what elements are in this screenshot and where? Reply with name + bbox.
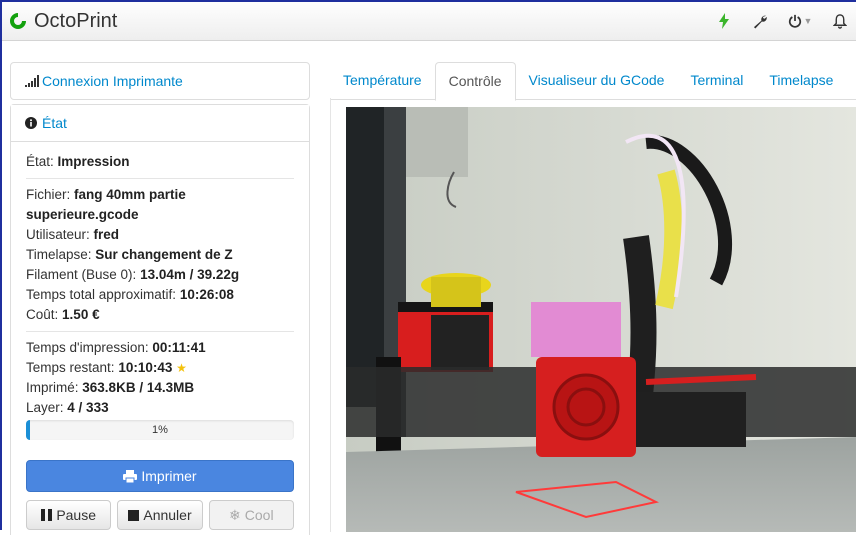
cool-button-label: Cool <box>244 507 274 523</box>
total-time-value: 10:26:08 <box>179 287 234 302</box>
power-menu[interactable]: ▼ <box>778 2 822 40</box>
file-row: Fichier: fang 40mm partie superieure.gco… <box>26 187 186 222</box>
timelapse-value: Sur changement de Z <box>95 247 233 262</box>
user-value: fred <box>93 227 120 242</box>
filament-value: 13.04m / 39.22g <box>140 267 240 282</box>
print-button-label: Imprimer <box>141 468 197 484</box>
remaining-value: 10:10:43 <box>118 360 173 375</box>
signal-icon <box>25 75 39 87</box>
pause-button[interactable]: Pause <box>26 500 112 530</box>
pause-icon <box>41 509 53 521</box>
stop-icon <box>128 509 140 521</box>
printer-icon <box>123 469 138 483</box>
octoprint-logo-icon <box>10 13 26 29</box>
divider <box>26 331 294 332</box>
printed-value: 363.8KB / 14.3MB <box>82 380 195 395</box>
tab-temperature[interactable]: Température <box>330 62 435 99</box>
timelapse-row: Timelapse: Sur changement de Z <box>26 247 233 262</box>
print-time-value: 00:11:41 <box>152 340 206 355</box>
info-icon <box>25 117 37 129</box>
webcam-image <box>346 107 856 532</box>
status-row: État: Impression <box>26 154 130 169</box>
state-panel: État État: Impression Fichier: fang 40mm… <box>10 104 310 535</box>
printed-row: Imprimé: 363.8KB / 14.3MB <box>26 380 195 395</box>
tab-timelapse[interactable]: Timelapse <box>756 62 846 99</box>
divider <box>26 178 294 179</box>
chevron-down-icon: ▼ <box>803 16 813 26</box>
cost-row: Coût: 1.50 € <box>26 307 100 322</box>
wrench-icon[interactable] <box>742 2 778 40</box>
webcam-stream[interactable] <box>346 107 856 532</box>
bell-icon[interactable] <box>822 2 856 40</box>
progress-bar: 1% <box>26 420 294 440</box>
total-time-row: Temps total approximatif: 10:26:08 <box>26 287 234 302</box>
remaining-row: Temps restant: 10:10:43 ★ <box>26 360 187 375</box>
cost-value: 1.50 € <box>62 307 100 322</box>
star-icon[interactable]: ★ <box>176 361 187 375</box>
status-value: Impression <box>57 154 130 169</box>
pause-button-label: Pause <box>56 507 97 523</box>
navbar: OctoPrint ▼ <box>2 2 856 41</box>
tab-terminal[interactable]: Terminal <box>677 62 756 99</box>
filament-row: Filament (Buse 0): 13.04m / 39.22g <box>26 267 240 282</box>
state-body: État: Impression Fichier: fang 40mm part… <box>11 142 309 530</box>
layer-value: 4 / 333 <box>67 400 109 415</box>
snowflake-icon: ❄ <box>229 507 241 523</box>
bolt-icon[interactable] <box>706 2 742 40</box>
progress-text: 1% <box>152 424 168 436</box>
tab-control[interactable]: Contrôle <box>434 62 516 101</box>
print-button[interactable]: Imprimer <box>26 460 294 492</box>
brand-name: OctoPrint <box>34 9 118 32</box>
connection-title: Connexion Imprimante <box>42 73 183 89</box>
layer-row: Layer: 4 / 333 <box>26 400 109 415</box>
tab-gcode-viewer[interactable]: Visualiseur du GCode <box>516 62 678 99</box>
brand[interactable]: OctoPrint <box>8 8 117 34</box>
cancel-button-label: Annuler <box>143 507 192 523</box>
main-tabs: Température Contrôle Visualiseur du GCod… <box>330 62 856 101</box>
connection-panel-header[interactable]: Connexion Imprimante <box>10 62 310 100</box>
progress-fill <box>26 420 30 440</box>
cool-button[interactable]: ❄ Cool <box>208 500 294 530</box>
state-title: État <box>42 115 67 131</box>
user-row: Utilisateur: fred <box>26 227 120 242</box>
sidebar: Connexion Imprimante État État: Impressi… <box>10 62 310 535</box>
print-time-row: Temps d'impression: 00:11:41 <box>26 340 206 355</box>
power-icon <box>788 14 801 28</box>
cancel-button[interactable]: Annuler <box>117 500 203 530</box>
state-panel-header[interactable]: État <box>11 105 309 142</box>
